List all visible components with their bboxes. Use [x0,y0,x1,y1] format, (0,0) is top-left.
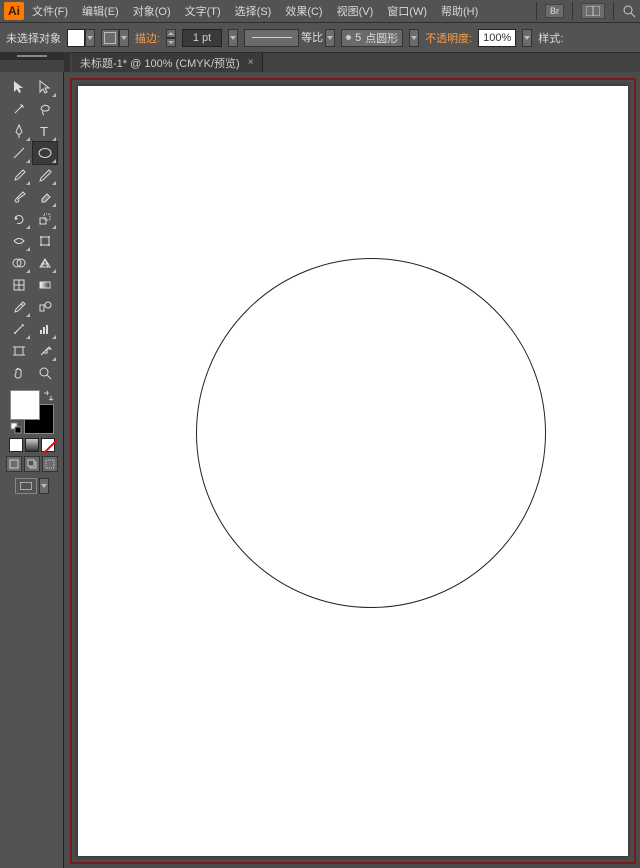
brush-size: 5 [355,32,361,44]
slice-tool[interactable] [33,340,57,362]
stroke-swatch-dropdown[interactable] [119,29,129,47]
profile-label: 等比 [301,29,323,47]
document-tab-bar: 未标题-1* @ 100% (CMYK/预览) × [0,52,640,72]
menu-window[interactable]: 窗口(W) [381,1,433,21]
menu-type[interactable]: 文字(T) [179,1,227,21]
bridge-button[interactable]: Br [545,4,564,18]
draw-normal-mode[interactable] [6,456,22,472]
canvas-area[interactable] [64,72,640,868]
symbol-sprayer-tool[interactable] [7,318,31,340]
control-bar: 未选择对象 描边: 1 pt 等比 5 点圆形 不透明度: 100% 样式: [0,22,640,52]
shape-builder-tool[interactable] [7,252,31,274]
draw-behind-mode[interactable] [24,456,40,472]
eraser-tool[interactable] [33,186,57,208]
selection-status-label: 未选择对象 [6,30,61,46]
eyedropper-tool[interactable] [7,296,31,318]
divider [536,2,537,20]
menu-select[interactable]: 选择(S) [229,1,278,21]
variable-width-profile[interactable] [244,29,299,47]
tools-panel-grip[interactable] [0,52,64,60]
gradient-tool[interactable] [33,274,57,296]
fill-swatch[interactable] [67,29,85,47]
stroke-label: 描边: [135,30,160,46]
width-tool[interactable] [7,230,31,252]
color-mode-solid[interactable] [9,438,23,452]
type-tool[interactable]: T [33,120,57,142]
fill-stroke-control[interactable] [10,390,54,434]
brush-preview-icon [346,35,351,40]
menu-effect[interactable]: 效果(C) [279,1,328,21]
menu-edit[interactable]: 编辑(E) [76,1,125,21]
tools-panel: T [0,72,64,868]
column-graph-tool[interactable] [33,318,57,340]
pencil-tool[interactable] [33,164,57,186]
app-logo: Ai [4,2,24,20]
style-label: 样式: [538,30,563,46]
opacity-label: 不透明度: [425,30,472,46]
opacity-input[interactable]: 100% [478,29,516,47]
ellipse-tool[interactable] [33,142,57,164]
perspective-grid-tool[interactable] [33,252,57,274]
rotate-tool[interactable] [7,208,31,230]
blob-brush-tool[interactable] [7,186,31,208]
zoom-tool[interactable] [33,362,57,384]
divider [572,2,573,20]
line-tool[interactable] [7,142,31,164]
stroke-swatch[interactable] [101,29,119,47]
magic-wand-tool[interactable] [7,98,31,120]
fill-swatch-dropdown[interactable] [85,29,95,47]
document-tab-title: 未标题-1* @ 100% (CMYK/预览) [80,55,240,71]
color-mode-none[interactable] [41,438,55,452]
fill-color-front[interactable] [10,390,40,420]
mesh-tool[interactable] [7,274,31,296]
brush-name: 点圆形 [365,30,398,46]
color-mode-gradient[interactable] [25,438,39,452]
stroke-weight-spin[interactable] [166,29,176,47]
arrange-documents-button[interactable] [581,3,605,19]
draw-inside-mode[interactable] [42,456,58,472]
default-fill-stroke-icon[interactable] [10,422,22,434]
artboard-tool[interactable] [7,340,31,362]
opacity-dropdown[interactable] [522,29,532,47]
menu-view[interactable]: 视图(V) [331,1,380,21]
search-icon[interactable] [622,4,636,18]
artboard[interactable] [78,86,628,856]
hand-tool[interactable] [7,362,31,384]
paintbrush-tool[interactable] [7,164,31,186]
menu-object[interactable]: 对象(O) [127,1,177,21]
swap-fill-stroke-icon[interactable] [42,390,54,402]
menu-file[interactable]: 文件(F) [26,1,74,21]
selection-tool[interactable] [7,76,31,98]
menu-bar: Ai 文件(F) 编辑(E) 对象(O) 文字(T) 选择(S) 效果(C) 视… [0,0,640,22]
document-tab-close[interactable]: × [248,57,254,68]
screen-mode-dropdown[interactable] [39,478,49,494]
drawn-ellipse-shape[interactable] [196,258,546,608]
profile-dropdown[interactable] [325,29,335,47]
stroke-weight-dropdown[interactable] [228,29,238,47]
free-transform-tool[interactable] [33,230,57,252]
brush-dropdown[interactable] [409,29,419,47]
direct-selection-tool[interactable] [33,76,57,98]
document-tab[interactable]: 未标题-1* @ 100% (CMYK/预览) × [72,53,263,73]
svg-text:T: T [40,124,48,138]
arrange-documents-icon [586,6,600,16]
screen-mode-button[interactable] [15,478,37,494]
lasso-tool[interactable] [33,98,57,120]
menu-help[interactable]: 帮助(H) [435,1,484,21]
blend-tool[interactable] [33,296,57,318]
pen-tool[interactable] [7,120,31,142]
divider [613,2,614,20]
scale-tool[interactable] [33,208,57,230]
stroke-weight-input[interactable]: 1 pt [182,29,222,47]
